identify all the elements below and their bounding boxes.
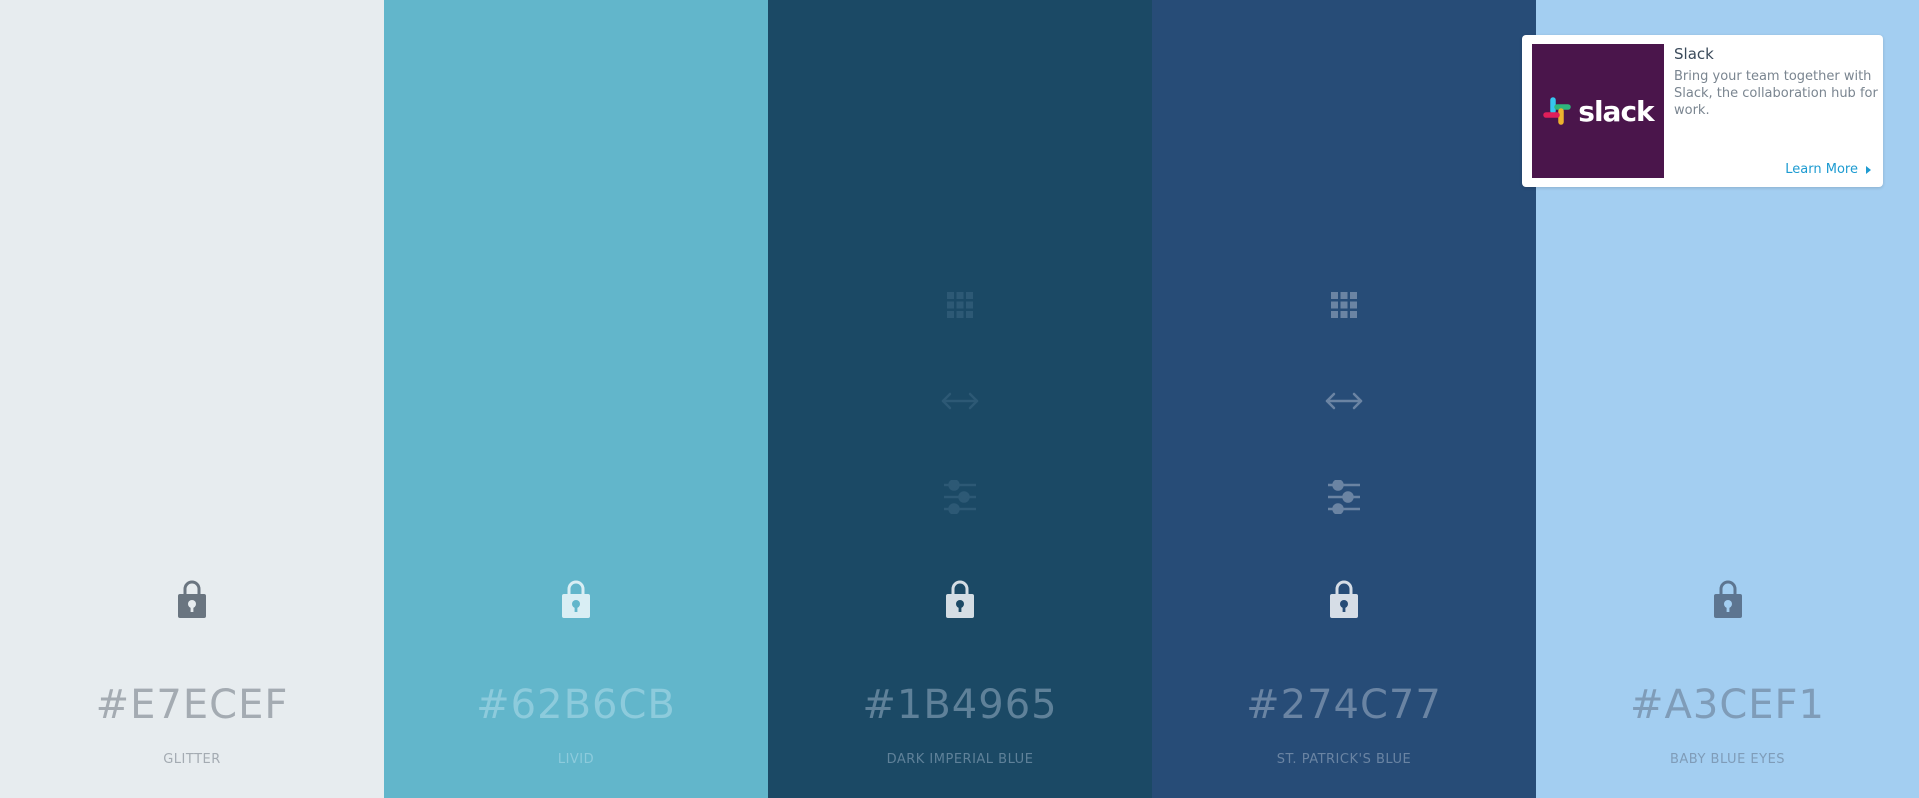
ad-image[interactable]: slack — [1532, 44, 1664, 178]
lock-button[interactable] — [176, 578, 208, 620]
adjust-button[interactable] — [1324, 477, 1364, 517]
play-arrow-icon — [1866, 165, 1871, 174]
hex-code[interactable]: #A3CEF1 — [1536, 682, 1919, 728]
lock-button[interactable] — [1712, 578, 1744, 620]
hex-code[interactable]: #1B4965 — [768, 682, 1152, 728]
lock-icon — [562, 580, 590, 618]
swatch-glitter[interactable]: #E7ECEF GLITTER — [0, 0, 384, 798]
drag-button[interactable] — [940, 381, 980, 421]
view-shades-button[interactable] — [940, 285, 980, 325]
lock-button[interactable] — [560, 578, 592, 620]
lock-icon — [1330, 580, 1358, 618]
lock-icon — [1713, 580, 1742, 618]
sponsored-ad-card[interactable]: slack Slack Bring your team together wit… — [1522, 35, 1883, 187]
swatch-livid[interactable]: #62B6CB LIVID — [384, 0, 768, 798]
hex-code[interactable]: #62B6CB — [384, 682, 768, 728]
swatch-dark-imperial-blue[interactable]: #1B4965 DARK IMPERIAL BLUE — [768, 0, 1152, 798]
grid-icon — [1331, 292, 1357, 318]
adjust-button[interactable] — [940, 477, 980, 517]
color-name: ST. PATRICK'S BLUE — [1276, 752, 1412, 767]
learn-more-label: Learn More — [1785, 162, 1858, 177]
color-name: GLITTER — [163, 752, 221, 767]
lock-icon — [178, 580, 206, 618]
swatch-tools — [768, 285, 1152, 517]
lock-button[interactable] — [1328, 578, 1360, 620]
lock-icon — [946, 580, 974, 618]
adjust-sliders-icon — [1328, 480, 1360, 514]
slack-logo: slack — [1542, 94, 1655, 128]
swatch-tools — [1152, 285, 1536, 517]
ad-description: Bring your team together with Slack, the… — [1674, 69, 1878, 118]
color-name: DARK IMPERIAL BLUE — [886, 752, 1034, 767]
drag-button[interactable] — [1324, 381, 1364, 421]
hex-code[interactable]: #274C77 — [1152, 682, 1536, 728]
adjust-sliders-icon — [944, 480, 976, 514]
drag-arrows-icon — [1325, 392, 1363, 410]
color-name: LIVID — [557, 752, 595, 767]
swatch-st-patricks-blue[interactable]: #274C77 ST. PATRICK'S BLUE — [1152, 0, 1536, 798]
slack-hash-icon — [1543, 97, 1572, 125]
drag-arrows-icon — [941, 392, 979, 410]
ad-title[interactable]: Slack — [1674, 45, 1714, 63]
grid-icon — [947, 292, 973, 318]
color-name: BABY BLUE EYES — [1669, 752, 1786, 767]
slack-logo-text: slack — [1578, 94, 1654, 128]
hex-code[interactable]: #E7ECEF — [0, 682, 384, 728]
view-shades-button[interactable] — [1324, 285, 1364, 325]
learn-more-link[interactable]: Learn More — [1785, 162, 1871, 177]
lock-button[interactable] — [944, 578, 976, 620]
